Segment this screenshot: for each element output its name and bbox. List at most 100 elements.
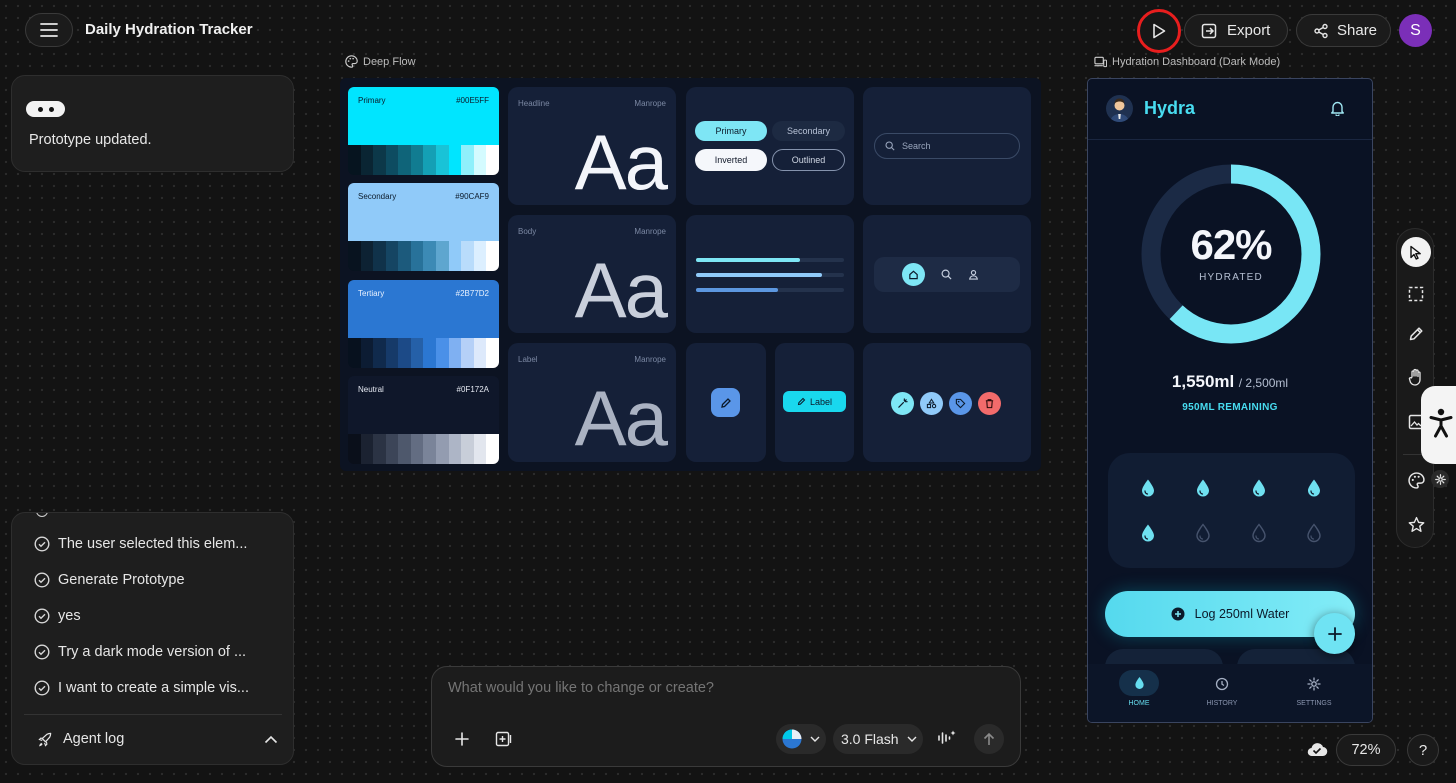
style-selector[interactable] — [776, 724, 826, 754]
agent-log-item[interactable]: Generate Prototype — [34, 562, 284, 598]
home-icon[interactable] — [902, 263, 925, 286]
swatch-primary[interactable]: Primary #00E5FF — [348, 87, 499, 175]
design-system-board[interactable]: Primary #00E5FF Secondary #90CAF9 Tertiary #2… — [340, 78, 1041, 471]
water-drop-filled-icon[interactable] — [1195, 478, 1211, 498]
attach-frame-icon[interactable] — [495, 731, 512, 747]
label-chip[interactable]: Label — [783, 391, 846, 412]
swatch-name: Neutral — [358, 385, 384, 394]
swatch-shade — [398, 338, 411, 368]
log-water-label: Log 250ml Water — [1194, 607, 1290, 621]
plus-icon — [1327, 626, 1342, 641]
add-fab[interactable] — [1314, 613, 1355, 654]
water-drop-empty-icon[interactable] — [1195, 523, 1211, 543]
history-icon[interactable] — [1215, 677, 1229, 691]
headline-sample: Aa — [574, 118, 668, 206]
agent-log-item[interactable]: I want to create a simple vis... — [34, 670, 284, 706]
marquee-tool[interactable] — [1401, 279, 1431, 309]
swatch-secondary[interactable]: Secondary #90CAF9 — [348, 183, 499, 271]
pencil-icon — [720, 397, 731, 408]
app-avatar[interactable] — [1106, 95, 1133, 122]
type-card-label[interactable]: Label Manrope Aa — [508, 343, 676, 462]
search-field[interactable]: Search — [874, 133, 1020, 159]
check-circle-icon — [34, 572, 50, 588]
agent-log-item[interactable]: The user selected this elem... — [34, 526, 284, 562]
cloud-sync-icon[interactable] — [1306, 740, 1328, 758]
avatar[interactable]: S — [1399, 14, 1432, 47]
chevron-up-icon — [264, 735, 278, 743]
user-icon[interactable] — [968, 269, 979, 280]
chip-inverted[interactable]: Inverted — [695, 149, 767, 171]
nav-settings-label[interactable]: SETTINGS — [1284, 700, 1344, 707]
swatch-shade — [436, 338, 449, 368]
agent-log-item[interactable]: Try a dark mode version of ... — [34, 634, 284, 670]
water-drop-filled-icon[interactable] — [1306, 478, 1322, 498]
share-button[interactable]: Share — [1296, 14, 1391, 47]
swatch-shade — [461, 338, 474, 368]
type-card-headline[interactable]: Headline Manrope Aa — [508, 87, 676, 206]
play-icon — [1153, 23, 1166, 39]
shapes-icon[interactable] — [920, 392, 943, 415]
prompt-composer: 3.0 Flash — [431, 666, 1021, 767]
hydration-percent: 62% — [1190, 221, 1272, 268]
swatch-shade — [385, 241, 399, 271]
swatch-hex: #0F172A — [456, 385, 489, 394]
export-button[interactable]: Export — [1184, 14, 1288, 47]
help-button[interactable]: ? — [1407, 734, 1439, 766]
agent-log-toggle[interactable]: Agent log — [38, 727, 278, 751]
theme-tool[interactable] — [1401, 465, 1431, 495]
swatch-shade — [486, 241, 499, 271]
select-tool[interactable] — [1401, 237, 1431, 267]
accessibility-settings-button[interactable] — [1431, 470, 1449, 488]
water-drop-filled-icon[interactable] — [1140, 478, 1156, 498]
search-icon[interactable] — [941, 269, 952, 280]
edit-fab[interactable] — [711, 388, 740, 417]
send-button[interactable] — [974, 724, 1004, 754]
draw-tool[interactable] — [1401, 319, 1431, 349]
export-icon — [1201, 23, 1217, 38]
swatch-shade — [486, 145, 499, 175]
water-drop-filled-icon[interactable] — [1140, 523, 1156, 543]
tag-icon[interactable] — [949, 392, 972, 415]
play-button[interactable] — [1137, 9, 1181, 53]
voice-icon[interactable] — [937, 729, 957, 747]
more-icon[interactable] — [26, 101, 65, 117]
magic-wand-icon[interactable] — [891, 392, 914, 415]
chip-secondary[interactable]: Secondary — [772, 121, 845, 141]
delete-icon[interactable] — [978, 392, 1001, 415]
prompt-input[interactable] — [448, 677, 988, 699]
accessibility-widget[interactable] — [1421, 386, 1456, 464]
remaining-label: 950ML REMAINING — [1182, 402, 1278, 413]
bell-icon[interactable] — [1330, 100, 1345, 116]
drop-icon — [1134, 677, 1144, 689]
page-title: Daily Hydration Tracker — [85, 21, 253, 38]
swatch-shade — [373, 434, 386, 464]
settings-icon[interactable] — [1307, 677, 1321, 691]
chip-primary[interactable]: Primary — [695, 121, 767, 141]
cursor-icon — [1410, 245, 1421, 260]
menu-button[interactable] — [25, 13, 73, 47]
phone-preview[interactable]: Hydra 62% HYDRATED 1,550ml / 2,500ml 950… — [1087, 78, 1373, 723]
swatch-shade — [348, 338, 361, 368]
agent-log-item[interactable]: yes — [34, 598, 284, 634]
add-icon[interactable] — [454, 731, 470, 747]
model-selector[interactable]: 3.0 Flash — [833, 724, 923, 754]
swatch-tertiary[interactable]: Tertiary #2B77D2 — [348, 280, 499, 368]
zoom-level[interactable]: 72% — [1336, 734, 1396, 766]
water-drop-empty-icon[interactable] — [1251, 523, 1267, 543]
nav-history-label[interactable]: HISTORY — [1192, 700, 1252, 707]
favorites-tool[interactable] — [1401, 509, 1431, 539]
icon-buttons-card — [863, 343, 1031, 462]
chip-outlined[interactable]: Outlined — [772, 149, 845, 171]
water-drop-empty-icon[interactable] — [1306, 523, 1322, 543]
fab-card — [686, 343, 766, 462]
swatch-shade — [398, 145, 411, 175]
accessibility-icon — [1429, 408, 1453, 438]
check-circle-icon — [34, 536, 50, 552]
water-drop-filled-icon[interactable] — [1251, 478, 1267, 498]
pencil-icon — [797, 397, 806, 406]
type-card-body[interactable]: Body Manrope Aa — [508, 215, 676, 334]
swatch-shade — [360, 338, 374, 368]
chevron-down-icon — [907, 736, 917, 742]
swatch-neutral[interactable]: Neutral #0F172A — [348, 376, 499, 464]
nav-home-label[interactable]: HOME — [1119, 700, 1159, 707]
